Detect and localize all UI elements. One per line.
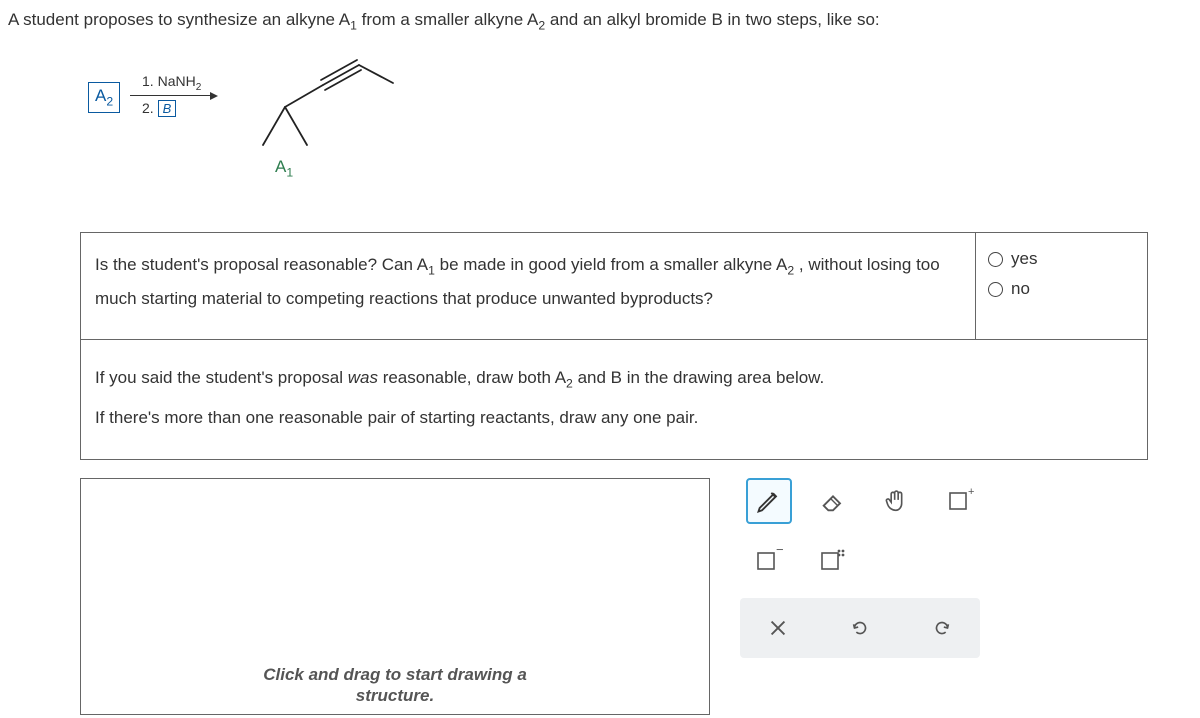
q-line2: much starting material to competing reac… [95,289,713,308]
hint-l2: structure. [356,686,434,705]
q2-was: was [348,368,378,387]
arrow-line [130,95,212,96]
prompt-text: A student proposes to synthesize an alky… [8,10,350,29]
q1a: Is the student's proposal reasonable? Ca… [95,255,428,274]
drawing-canvas[interactable]: Click and drag to start drawing a struct… [80,478,710,715]
q2a: If you said the student's proposal [95,368,348,387]
q2c: and B in the drawing area below. [573,368,824,387]
marquee-plus-icon: + [947,487,975,515]
canvas-hint: Click and drag to start drawing a struct… [81,665,709,706]
eraser-icon [819,487,847,515]
redo-button[interactable] [922,608,962,648]
clear-icon [767,617,789,639]
reagent-line-1: 1. NaNH2 [142,73,201,93]
a1-letter: A [275,157,286,176]
question-side-2 [975,340,1147,459]
reagent1-sub: 2 [196,82,202,93]
arrow-head-icon [210,92,218,100]
prompt-sub1: 1 [350,18,357,32]
reagent1-text: NaNH [158,73,196,89]
reagent-b-box: B [158,100,177,117]
choice-yes-label: yes [1011,249,1037,269]
question-row-2: If you said the student's proposal was r… [81,340,1147,459]
q1b: be made in good yield from a smaller alk… [435,255,787,274]
prompt-text3: and an alkyl bromide B in two steps, lik… [545,10,880,29]
product-a1-label: A1 [275,157,293,179]
question-text-1: Is the student's proposal reasonable? Ca… [81,233,975,339]
question-prompt: A student proposes to synthesize an alky… [0,0,1200,32]
marquee-dots-tool[interactable] [810,538,856,584]
marquee-plus-tool[interactable]: + [938,478,984,524]
a2-sub: 2 [106,95,113,109]
hand-tool[interactable] [874,478,920,524]
q2b: reasonable, draw both A [378,368,566,387]
reagent1-num: 1. [142,73,158,89]
radio-icon [988,282,1003,297]
pencil-tool[interactable] [746,478,792,524]
svg-text:+: + [968,487,974,498]
q1a-sub: 1 [428,264,435,278]
q2b-sub: 2 [566,377,573,391]
hand-icon [883,487,911,515]
marquee-minus-tool[interactable]: − [746,538,792,584]
reaction-scheme: A2 1. NaNH2 2. B A1 [88,52,1200,192]
reagent-line-2: 2. B [142,100,176,117]
reagent-a2-box: A2 [88,82,120,112]
q-part3: If there's more than one reasonable pair… [95,408,698,427]
prompt-text2: from a smaller alkyne A [357,10,538,29]
a2-label: A [95,86,106,105]
tool-footer [740,598,980,658]
q1c: , without losing too [794,255,940,274]
reagent2-num: 2. [142,100,158,116]
drawing-region: Click and drag to start drawing a struct… [80,478,1148,718]
clear-button[interactable] [758,608,798,648]
undo-button[interactable] [840,608,880,648]
choice-yes[interactable]: yes [988,249,1135,269]
question-box: Is the student's proposal reasonable? Ca… [80,232,1148,460]
product-structure-icon [223,47,403,157]
choice-no[interactable]: no [988,279,1135,299]
marquee-minus-icon: − [755,547,783,575]
answer-choices: yes no [975,233,1147,339]
tool-row-2: − [740,538,1000,584]
marquee-dots-icon [819,547,847,575]
toolbox: + − [740,478,1000,658]
svg-text:−: − [776,547,783,557]
a1-sub: 1 [286,166,293,180]
undo-icon [849,617,871,639]
eraser-tool[interactable] [810,478,856,524]
question-text-2: If you said the student's proposal was r… [81,340,975,459]
pencil-icon [755,487,783,515]
tool-row-1: + [740,478,1000,524]
choice-no-label: no [1011,279,1030,299]
radio-icon [988,252,1003,267]
question-row-1: Is the student's proposal reasonable? Ca… [81,233,1147,340]
redo-icon [931,617,953,639]
hint-l1: Click and drag to start drawing a [263,665,527,684]
